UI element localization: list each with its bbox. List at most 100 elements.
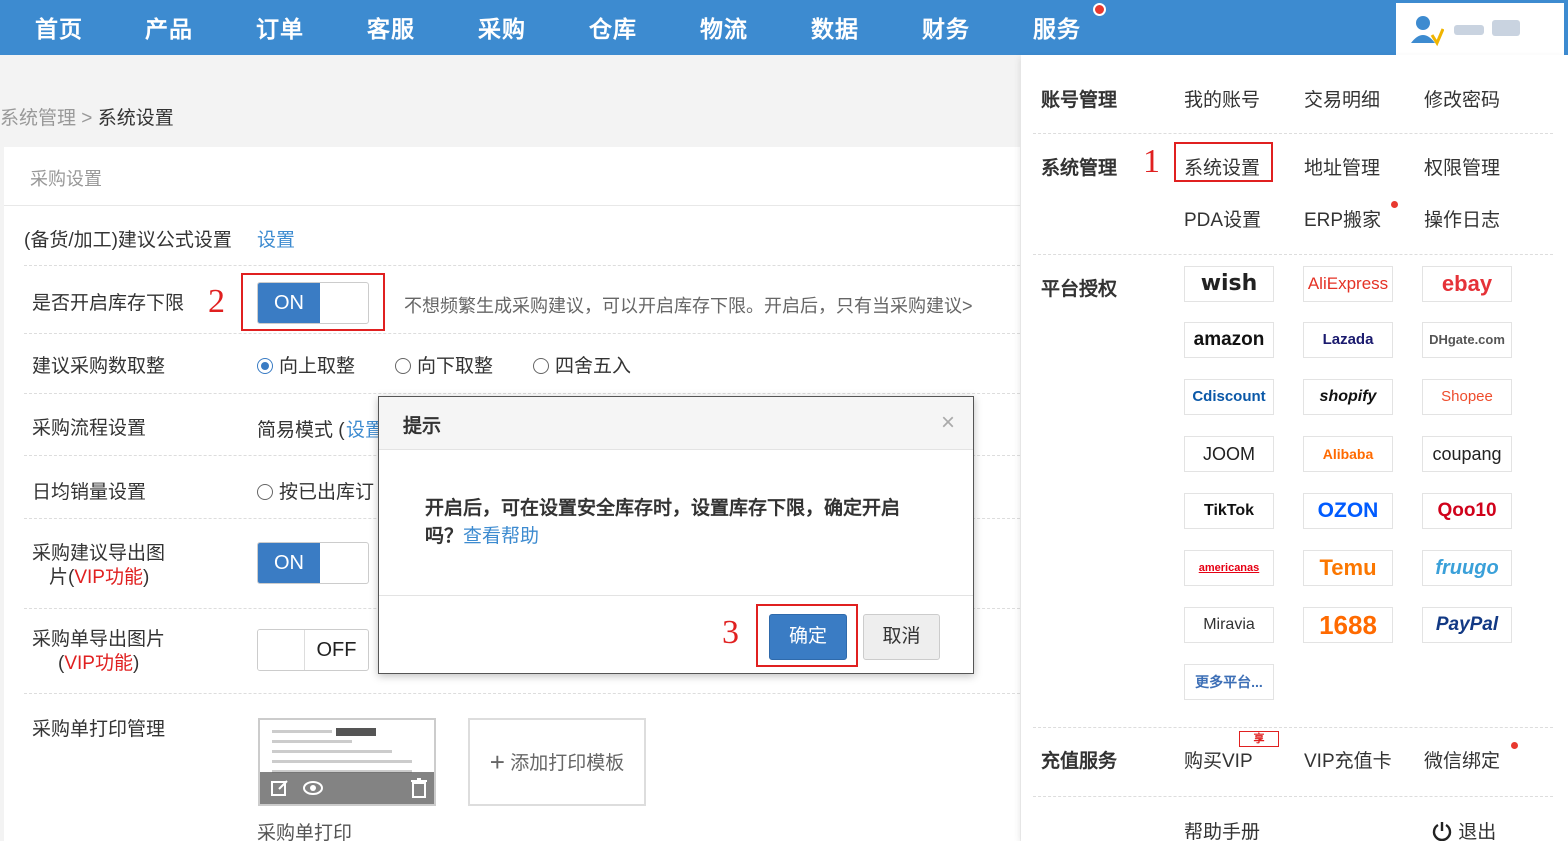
- user-menu-trigger[interactable]: [1396, 3, 1564, 55]
- menu-help-manual[interactable]: 帮助手册: [1184, 817, 1260, 841]
- breadcrumb-parent[interactable]: 系统管理: [0, 108, 76, 129]
- radio-round-up[interactable]: 向上取整: [257, 351, 355, 378]
- formula-label: (备货/加工)建议公式设置: [24, 230, 232, 251]
- rounding-label: 建议采购数取整: [32, 356, 166, 377]
- print-template-thumbnail[interactable]: [258, 718, 436, 806]
- logout-button[interactable]: 退出: [1431, 817, 1496, 841]
- close-icon[interactable]: ×: [941, 409, 955, 437]
- menu-wechat-binding[interactable]: 微信绑定: [1424, 746, 1500, 773]
- radio-round-nearest[interactable]: 四舍五入: [533, 351, 631, 378]
- platform-logo-tiktok[interactable]: TikTok: [1184, 493, 1274, 529]
- top-nav: 首页 产品 订单 客服 采购 仓库 物流 数据 财务 服务: [0, 0, 1568, 55]
- cancel-button[interactable]: 取消: [863, 614, 940, 660]
- nav-purchase[interactable]: 采购: [478, 10, 526, 44]
- print-template-caption: 采购单打印: [257, 823, 353, 841]
- platform-logo-coupang[interactable]: coupang: [1422, 436, 1512, 472]
- label-text: ): [142, 567, 150, 588]
- platform-logo-shopify[interactable]: shopify: [1303, 379, 1393, 415]
- thumb-content: [272, 730, 332, 733]
- formula-settings-link[interactable]: 设置: [257, 225, 295, 252]
- platform-logo-ozon[interactable]: OZON: [1303, 493, 1393, 529]
- nav-orders[interactable]: 订单: [256, 10, 304, 44]
- label-text: 采购单导出图片: [32, 629, 166, 650]
- menu-permission-management[interactable]: 权限管理: [1424, 153, 1500, 180]
- radio-label: 四舍五入: [555, 356, 632, 377]
- daily-sales-label: 日均销量设置: [32, 482, 147, 503]
- menu-vip-card[interactable]: VIP充值卡: [1304, 746, 1392, 773]
- nav-warehouse[interactable]: 仓库: [589, 10, 637, 44]
- platform-logo-qoo10[interactable]: Qoo10: [1422, 493, 1512, 529]
- highlight-box: [241, 273, 385, 331]
- platform-logo-lazada[interactable]: Lazada: [1303, 322, 1393, 358]
- platform-logo-americanas[interactable]: americanas: [1184, 550, 1274, 586]
- recharge-section-title: 充值服务: [1041, 751, 1118, 772]
- add-print-template-button[interactable]: + 添加打印模板: [468, 718, 646, 806]
- platform-logo-wish[interactable]: wish: [1184, 266, 1274, 302]
- menu-transactions[interactable]: 交易明细: [1304, 85, 1380, 112]
- nav-logistics[interactable]: 物流: [700, 10, 748, 44]
- logout-label: 退出: [1458, 822, 1497, 841]
- platform-logo-amazon[interactable]: amazon: [1184, 322, 1274, 358]
- breadcrumb-separator: >: [81, 108, 93, 129]
- platform-logo-temu[interactable]: Temu: [1303, 550, 1393, 586]
- more-platforms-link[interactable]: 更多平台...: [1184, 664, 1274, 700]
- divider: [24, 333, 1020, 334]
- divider: [24, 265, 1020, 266]
- radio-by-shipped-orders[interactable]: 按已出库订: [257, 477, 374, 504]
- flow-label: 采购流程设置: [32, 418, 147, 439]
- radio-label: 向下取整: [417, 356, 494, 377]
- nav-products[interactable]: 产品: [145, 10, 193, 44]
- menu-address-management[interactable]: 地址管理: [1304, 153, 1380, 180]
- export-order-toggle[interactable]: OFF: [257, 629, 369, 671]
- export-order-label: 采购单导出图片 (VIP功能): [32, 628, 165, 676]
- help-link[interactable]: 查看帮助: [463, 526, 539, 547]
- platform-logo-aliexpress[interactable]: AliExpress: [1303, 266, 1393, 302]
- power-icon: [1432, 822, 1452, 841]
- menu-erp-migration[interactable]: ERP搬家: [1304, 205, 1381, 232]
- confirm-dialog: 提示 × 开启后，可在设置安全库存时，设置库存下限，确定开启吗？查看帮助 确定 …: [378, 396, 974, 674]
- divider: [24, 693, 1020, 694]
- dialog-title: 提示: [403, 416, 442, 437]
- platform-logo-shopee[interactable]: Shopee: [1422, 379, 1512, 415]
- platform-logo-1688[interactable]: 1688: [1303, 607, 1393, 643]
- label-text: 采购建议导出图: [32, 543, 166, 564]
- menu-system-settings[interactable]: 系统设置: [1184, 153, 1260, 180]
- new-badge-dot: [1511, 742, 1518, 749]
- account-section-title: 账号管理: [1041, 90, 1118, 111]
- plus-icon: +: [489, 747, 505, 777]
- radio-icon: [533, 358, 549, 374]
- platform-logo-ebay[interactable]: ebay: [1422, 266, 1512, 302]
- platform-logo-alibaba[interactable]: Alibaba: [1303, 436, 1393, 472]
- menu-my-account[interactable]: 我的账号: [1184, 85, 1260, 112]
- print-management-label: 采购单打印管理: [32, 719, 166, 740]
- breadcrumb: 系统管理 > 系统设置: [0, 103, 174, 130]
- platform-logo-paypal[interactable]: PayPal: [1422, 607, 1512, 643]
- export-suggest-toggle[interactable]: ON: [257, 542, 369, 584]
- nav-home[interactable]: 首页: [35, 10, 83, 44]
- nav-finance[interactable]: 财务: [922, 10, 970, 44]
- platform-logo-cdiscount[interactable]: Cdiscount: [1184, 379, 1274, 415]
- edit-icon[interactable]: [270, 778, 290, 798]
- menu-buy-vip[interactable]: 购买VIP: [1184, 746, 1253, 773]
- platform-logo-dhgate[interactable]: DHgate.com: [1422, 322, 1512, 358]
- platform-logo-miravia[interactable]: Miravia: [1184, 607, 1274, 643]
- nav-services[interactable]: 服务: [1033, 10, 1081, 44]
- radio-round-down[interactable]: 向下取整: [395, 351, 493, 378]
- nav-customer-service[interactable]: 客服: [367, 10, 415, 44]
- button-label: 添加打印模板: [510, 753, 625, 774]
- menu-operation-log[interactable]: 操作日志: [1424, 205, 1500, 232]
- trash-icon[interactable]: [410, 777, 428, 799]
- platform-logo-joom[interactable]: JOOM: [1184, 436, 1274, 472]
- thumb-content: [272, 750, 392, 753]
- menu-pda-settings[interactable]: PDA设置: [1184, 205, 1261, 232]
- panel-title: 采购设置: [30, 169, 102, 189]
- thumb-content: [272, 740, 352, 743]
- nav-data[interactable]: 数据: [811, 10, 859, 44]
- divider: [1033, 727, 1553, 728]
- platform-logo-fruugo[interactable]: fruugo: [1422, 550, 1512, 586]
- divider: [379, 595, 973, 596]
- menu-change-password[interactable]: 修改密码: [1424, 85, 1500, 112]
- system-section-title: 系统管理: [1041, 158, 1118, 179]
- eye-icon[interactable]: [302, 778, 324, 798]
- radio-icon: [257, 484, 273, 500]
